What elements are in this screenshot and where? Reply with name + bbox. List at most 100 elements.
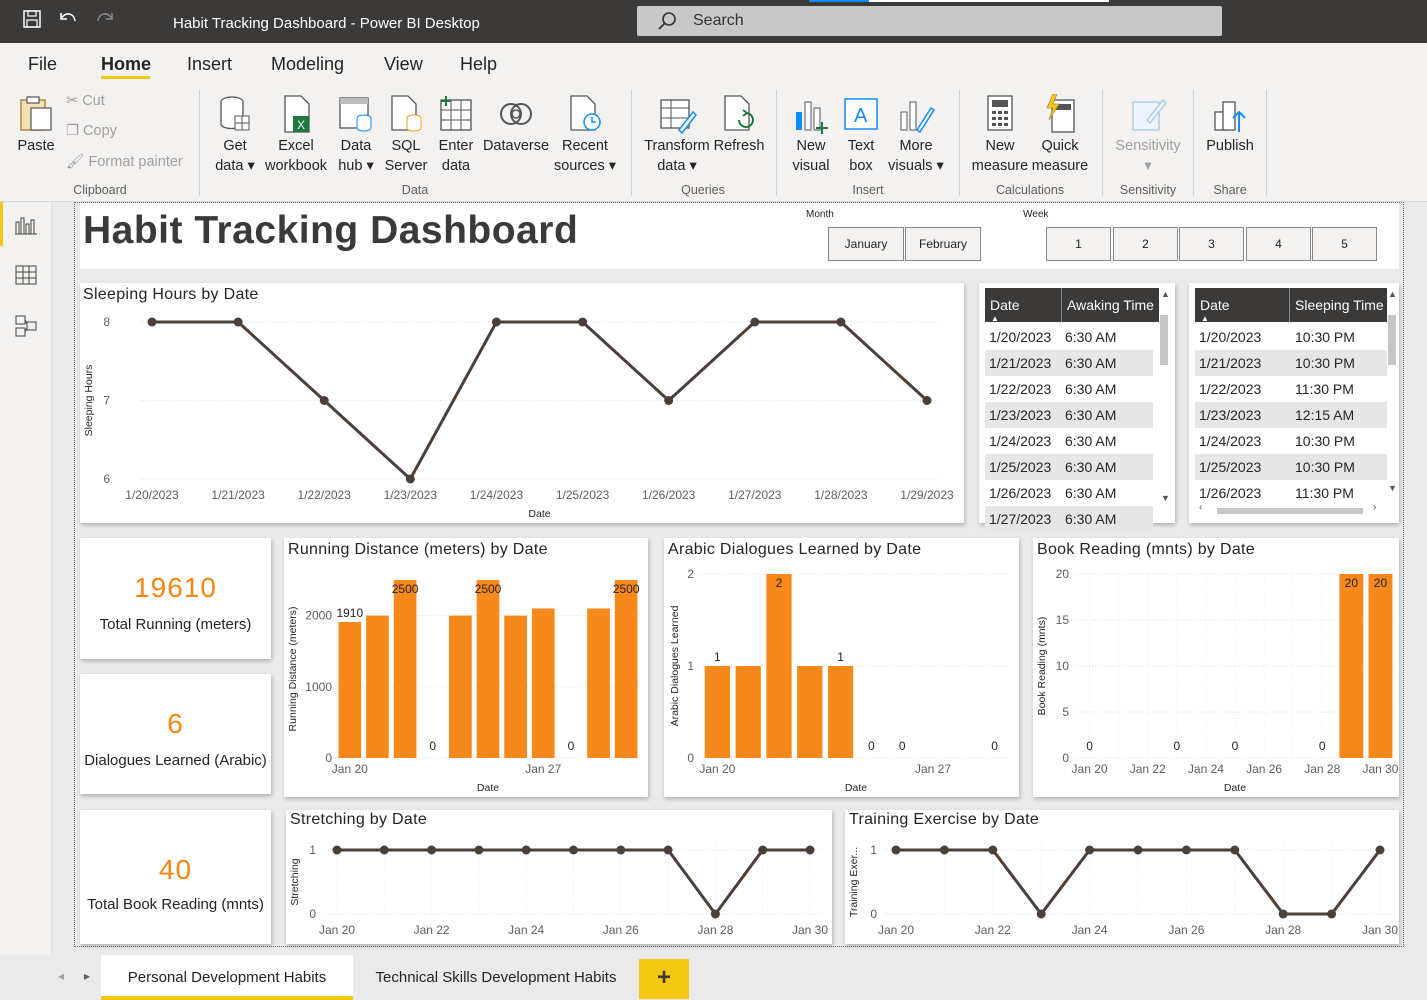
sort-asc-icon: ▲	[1201, 314, 1209, 323]
table-row[interactable]: 1/25/2023 10:30 PM	[1195, 454, 1387, 480]
format-painter-button[interactable]: 🖌 Format painter	[66, 153, 183, 170]
running-distance-chart[interactable]: Running Distance (meters) by Date 0 1000 2…	[284, 538, 648, 797]
add-page-button[interactable]: +	[639, 959, 689, 999]
dataverse-button[interactable]: Dataverse	[482, 94, 550, 156]
week-option-2[interactable]: 2	[1113, 227, 1178, 261]
data-label: 1910	[336, 606, 363, 620]
refresh-icon	[724, 95, 754, 131]
table-row[interactable]: 1/20/2023 10:30 PM	[1195, 324, 1387, 350]
sleeping-time-table[interactable]: Date Sleeping Time ▲ 1/20/2023 10:30 PM 1/…	[1189, 283, 1399, 523]
transform-data-button[interactable]: Transform data ▾	[641, 94, 713, 176]
save-icon[interactable]	[20, 9, 44, 33]
data-point	[379, 845, 389, 855]
menu-modeling[interactable]: Modeling	[271, 54, 344, 75]
quick-measure-button[interactable]: Quick measure	[1028, 94, 1092, 176]
cell-date: 1/26/2023	[989, 485, 1052, 501]
table-row[interactable]: 1/23/2023 6:30 AM	[985, 402, 1153, 428]
publish-button[interactable]: Publish	[1202, 94, 1258, 156]
month-option-february[interactable]: February	[905, 227, 981, 261]
data-hub-button[interactable]: Data hub ▾	[332, 94, 380, 176]
report-view-icon[interactable]	[14, 214, 38, 241]
text-box-button[interactable]: A Text box	[840, 94, 882, 176]
new-visual-label-2: visual	[792, 158, 830, 174]
search-input[interactable]: Search	[637, 6, 1222, 36]
data-point	[1181, 845, 1191, 855]
table-row[interactable]: 1/21/2023 6:30 AM	[985, 350, 1153, 376]
vertical-scrollbar[interactable]: ▲ ▼	[1387, 289, 1397, 493]
kpi-dialogues-learned[interactable]: 6 Dialogues Learned (Arabic)	[80, 674, 271, 794]
data-point	[578, 317, 588, 327]
sql-label-2: Server	[384, 158, 428, 174]
menu-insert[interactable]: Insert	[187, 54, 232, 75]
table-row[interactable]: 1/26/2023 6:30 AM	[985, 480, 1153, 506]
table-row[interactable]: 1/22/2023 11:30 PM	[1195, 376, 1387, 402]
table-row[interactable]: 1/25/2023 6:30 AM	[985, 454, 1153, 480]
tab-personal-development[interactable]: Personal Development Habits	[101, 955, 353, 1000]
training-exercise-chart[interactable]: Training Exercise by Date 0 1 Jan 20 Jan 22…	[845, 810, 1399, 944]
get-data-button[interactable]: Get data ▾	[211, 94, 259, 176]
cell-date: 1/25/2023	[1199, 459, 1262, 475]
menu-view[interactable]: View	[384, 54, 423, 75]
week-option-4[interactable]: 4	[1246, 227, 1311, 261]
more-visuals-button[interactable]: More visuals ▾	[886, 94, 946, 176]
x-tick-label: Jan 28	[1265, 923, 1301, 937]
cell-awaking-time: 6:30 AM	[1065, 329, 1117, 345]
tab-technical-skills[interactable]: Technical Skills Development Habits	[362, 955, 630, 1000]
table-row[interactable]: 1/24/2023 10:30 PM	[1195, 428, 1387, 454]
x-tick-label: Jan 20	[332, 762, 368, 776]
recent-sources-button[interactable]: Recent sources ▾	[552, 94, 618, 176]
menu-help[interactable]: Help	[460, 54, 497, 75]
new-visual-button[interactable]: New visual	[788, 94, 834, 176]
table-row[interactable]: 1/24/2023 6:30 AM	[985, 428, 1153, 454]
col-date[interactable]: Date	[990, 297, 1020, 313]
sensitivity-button[interactable]: Sensitivity ▾	[1110, 94, 1186, 176]
refresh-button[interactable]: Refresh	[712, 94, 766, 156]
table-row[interactable]: 1/26/2023 11:30 PM	[1195, 480, 1387, 506]
col-date[interactable]: Date	[1200, 297, 1230, 313]
redo-icon[interactable]	[93, 9, 117, 33]
horizontal-scrollbar[interactable]: ‹ ›	[1195, 502, 1387, 517]
kpi-total-running[interactable]: 19610 Total Running (meters)	[80, 538, 271, 659]
col-sleeping-time[interactable]: Sleeping Time	[1295, 297, 1384, 313]
col-awaking-time[interactable]: Awaking Time	[1067, 297, 1154, 313]
table-row[interactable]: 1/22/2023 6:30 AM	[985, 376, 1153, 402]
tab-scroll-right-icon[interactable]: ▸	[84, 969, 90, 983]
group-share: Share	[1213, 183, 1247, 197]
week-option-1[interactable]: 1	[1046, 227, 1111, 261]
bar	[338, 622, 362, 758]
week-option-5[interactable]: 5	[1312, 227, 1377, 261]
data-label: 0	[1319, 739, 1326, 753]
table-row[interactable]: 1/20/2023 6:30 AM	[985, 324, 1153, 350]
paste-button[interactable]: Paste	[14, 94, 58, 156]
data-hub-label: Data	[340, 138, 372, 154]
tab-scroll-left-icon[interactable]: ◂	[58, 969, 64, 983]
month-option-january[interactable]: January	[828, 227, 904, 261]
model-view-icon[interactable]	[14, 314, 38, 343]
stretching-chart[interactable]: Stretching by Date 0 1 Jan 20 Jan 22 Jan 24 J…	[286, 810, 832, 944]
table-row[interactable]: 1/23/2023 12:15 AM	[1195, 402, 1387, 428]
undo-icon[interactable]	[56, 9, 80, 33]
arabic-dialogues-chart[interactable]: Arabic Dialogues Learned by Date 0121210…	[664, 538, 1019, 797]
group-queries: Queries	[681, 183, 725, 197]
table-row[interactable]: 1/21/2023 10:30 PM	[1195, 350, 1387, 376]
cut-button[interactable]: ✂ Cut	[66, 93, 105, 109]
new-measure-button[interactable]: New measure	[970, 94, 1030, 176]
data-point	[1085, 845, 1095, 855]
copy-button[interactable]: ❐ Copy	[66, 123, 117, 139]
week-option-3[interactable]: 3	[1179, 227, 1244, 261]
menu-home[interactable]: Home	[101, 54, 151, 75]
enter-data-button[interactable]: Enter data	[434, 94, 478, 176]
vertical-scrollbar[interactable]: ▲ ▼	[1159, 289, 1170, 513]
group-sensitivity: Sensitivity	[1119, 183, 1177, 197]
kpi-total-book-reading[interactable]: 40 Total Book Reading (mnts)	[80, 810, 271, 944]
table-row[interactable]: 1/27/2023 6:30 AM	[985, 506, 1153, 532]
excel-workbook-button[interactable]: X Excel workbook	[262, 94, 330, 176]
y-tick-label: 10	[1056, 659, 1070, 673]
book-reading-chart[interactable]: Book Reading (mnts) by Date 0 5 10 15 20 0 0 0 0…	[1033, 538, 1399, 797]
sleeping-hours-chart[interactable]: Sleeping Hours by Date 6 7 8 1/20/2023 1/21/…	[80, 283, 964, 523]
awaking-time-table[interactable]: Date Awaking Time ▲ 1/20/2023 6:30 AM 1/21…	[979, 283, 1175, 532]
sql-server-button[interactable]: SQL Server	[384, 94, 428, 176]
menu-file[interactable]: File	[28, 54, 57, 75]
table-grid-icon	[440, 96, 472, 131]
data-view-icon[interactable]	[14, 264, 38, 291]
